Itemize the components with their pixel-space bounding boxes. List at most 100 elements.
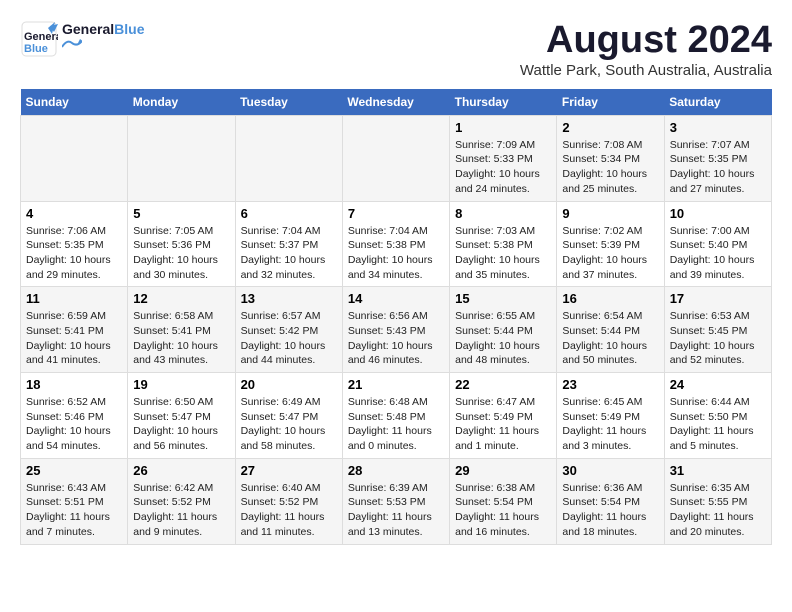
table-cell [235,115,342,201]
table-cell: 1 Sunrise: 7:09 AMSunset: 5:33 PMDaylight… [450,115,557,201]
cell-info: Sunrise: 6:45 AMSunset: 5:49 PMDaylight:… [562,395,658,454]
calendar-row: 18 Sunrise: 6:52 AMSunset: 5:46 PMDayligh… [21,373,772,459]
cell-info: Sunrise: 7:04 AMSunset: 5:37 PMDaylight:… [241,224,337,283]
cell-info: Sunrise: 7:08 AMSunset: 5:34 PMDaylight:… [562,138,658,197]
table-cell: 18 Sunrise: 6:52 AMSunset: 5:46 PMDayligh… [21,373,128,459]
cell-info: Sunrise: 6:38 AMSunset: 5:54 PMDaylight:… [455,481,551,540]
day-number: 16 [562,291,658,306]
cell-info: Sunrise: 6:36 AMSunset: 5:54 PMDaylight:… [562,481,658,540]
day-number: 17 [670,291,766,306]
cell-info: Sunrise: 6:43 AMSunset: 5:51 PMDaylight:… [26,481,122,540]
day-number: 14 [348,291,444,306]
location-title: Wattle Park, South Australia, Australia [520,62,772,79]
cell-info: Sunrise: 6:35 AMSunset: 5:55 PMDaylight:… [670,481,766,540]
day-number: 2 [562,120,658,135]
day-number: 31 [670,463,766,478]
day-number: 8 [455,206,551,221]
logo-bird-icon [62,39,82,51]
cell-info: Sunrise: 6:48 AMSunset: 5:48 PMDaylight:… [348,395,444,454]
cell-info: Sunrise: 6:42 AMSunset: 5:52 PMDaylight:… [133,481,229,540]
svg-text:Blue: Blue [24,43,48,55]
day-number: 19 [133,377,229,392]
cell-info: Sunrise: 6:49 AMSunset: 5:47 PMDaylight:… [241,395,337,454]
calendar-table: Sunday Monday Tuesday Wednesday Thursday… [20,89,772,545]
day-number: 10 [670,206,766,221]
table-cell: 2 Sunrise: 7:08 AMSunset: 5:34 PMDaylight… [557,115,664,201]
cell-info: Sunrise: 6:44 AMSunset: 5:50 PMDaylight:… [670,395,766,454]
day-number: 4 [26,206,122,221]
logo-blue: Blue [114,21,144,37]
table-cell: 5 Sunrise: 7:05 AMSunset: 5:36 PMDaylight… [128,201,235,287]
cell-info: Sunrise: 7:03 AMSunset: 5:38 PMDaylight:… [455,224,551,283]
table-cell: 16 Sunrise: 6:54 AMSunset: 5:44 PMDayligh… [557,287,664,373]
table-cell: 11 Sunrise: 6:59 AMSunset: 5:41 PMDayligh… [21,287,128,373]
table-cell: 15Sunrise: 6:55 AMSunset: 5:44 PMDayligh… [450,287,557,373]
col-tuesday: Tuesday [235,89,342,116]
day-number: 20 [241,377,337,392]
day-number: 3 [670,120,766,135]
calendar-row: 25Sunrise: 6:43 AMSunset: 5:51 PMDayligh… [21,458,772,544]
day-number: 5 [133,206,229,221]
col-saturday: Saturday [664,89,771,116]
calendar-body: 1 Sunrise: 7:09 AMSunset: 5:33 PMDaylight… [21,115,772,544]
cell-info: Sunrise: 6:53 AMSunset: 5:45 PMDaylight:… [670,309,766,368]
cell-info: Sunrise: 6:54 AMSunset: 5:44 PMDaylight:… [562,309,658,368]
day-number: 23 [562,377,658,392]
logo-general: General [62,21,114,37]
table-cell: 12Sunrise: 6:58 AMSunset: 5:41 PMDayligh… [128,287,235,373]
day-number: 1 [455,120,551,135]
table-cell: 8 Sunrise: 7:03 AMSunset: 5:38 PMDaylight… [450,201,557,287]
cell-info: Sunrise: 6:52 AMSunset: 5:46 PMDaylight:… [26,395,122,454]
cell-info: Sunrise: 7:00 AMSunset: 5:40 PMDaylight:… [670,224,766,283]
table-cell: 25Sunrise: 6:43 AMSunset: 5:51 PMDayligh… [21,458,128,544]
header-row: Sunday Monday Tuesday Wednesday Thursday… [21,89,772,116]
month-title: August 2024 [520,20,772,62]
cell-info: Sunrise: 6:55 AMSunset: 5:44 PMDaylight:… [455,309,551,368]
logo-icon: General Blue [20,20,58,58]
cell-info: Sunrise: 7:05 AMSunset: 5:36 PMDaylight:… [133,224,229,283]
cell-info: Sunrise: 6:47 AMSunset: 5:49 PMDaylight:… [455,395,551,454]
table-cell: 21 Sunrise: 6:48 AMSunset: 5:48 PMDayligh… [342,373,449,459]
title-block: August 2024 Wattle Park, South Australia… [520,20,772,79]
svg-text:General: General [24,31,58,43]
table-cell: 22 Sunrise: 6:47 AMSunset: 5:49 PMDayligh… [450,373,557,459]
cell-info: Sunrise: 7:06 AMSunset: 5:35 PMDaylight:… [26,224,122,283]
calendar-row: 1 Sunrise: 7:09 AMSunset: 5:33 PMDaylight… [21,115,772,201]
cell-info: Sunrise: 7:07 AMSunset: 5:35 PMDaylight:… [670,138,766,197]
table-cell: 28 Sunrise: 6:39 AMSunset: 5:53 PMDayligh… [342,458,449,544]
logo: General Blue GeneralBlue [20,20,144,58]
col-sunday: Sunday [21,89,128,116]
day-number: 24 [670,377,766,392]
cell-info: Sunrise: 7:09 AMSunset: 5:33 PMDaylight:… [455,138,551,197]
col-monday: Monday [128,89,235,116]
day-number: 22 [455,377,551,392]
cell-info: Sunrise: 7:04 AMSunset: 5:38 PMDaylight:… [348,224,444,283]
day-number: 18 [26,377,122,392]
table-cell: 24 Sunrise: 6:44 AMSunset: 5:50 PMDayligh… [664,373,771,459]
table-cell: 30Sunrise: 6:36 AMSunset: 5:54 PMDayligh… [557,458,664,544]
cell-info: Sunrise: 7:02 AMSunset: 5:39 PMDaylight:… [562,224,658,283]
day-number: 13 [241,291,337,306]
table-cell: 7 Sunrise: 7:04 AMSunset: 5:38 PMDaylight… [342,201,449,287]
col-thursday: Thursday [450,89,557,116]
table-cell: 31 Sunrise: 6:35 AMSunset: 5:55 PMDayligh… [664,458,771,544]
day-number: 21 [348,377,444,392]
day-number: 27 [241,463,337,478]
cell-info: Sunrise: 6:56 AMSunset: 5:43 PMDaylight:… [348,309,444,368]
cell-info: Sunrise: 6:57 AMSunset: 5:42 PMDaylight:… [241,309,337,368]
table-cell: 27Sunrise: 6:40 AMSunset: 5:52 PMDayligh… [235,458,342,544]
cell-info: Sunrise: 6:59 AMSunset: 5:41 PMDaylight:… [26,309,122,368]
page-header: General Blue GeneralBlue August 2024 Wat… [20,20,772,79]
day-number: 7 [348,206,444,221]
day-number: 12 [133,291,229,306]
table-cell: 4 Sunrise: 7:06 AMSunset: 5:35 PMDaylight… [21,201,128,287]
col-wednesday: Wednesday [342,89,449,116]
table-cell [21,115,128,201]
day-number: 11 [26,291,122,306]
calendar-header: Sunday Monday Tuesday Wednesday Thursday… [21,89,772,116]
cell-info: Sunrise: 6:39 AMSunset: 5:53 PMDaylight:… [348,481,444,540]
day-number: 9 [562,206,658,221]
day-number: 26 [133,463,229,478]
day-number: 28 [348,463,444,478]
table-cell: 9 Sunrise: 7:02 AMSunset: 5:39 PMDaylight… [557,201,664,287]
